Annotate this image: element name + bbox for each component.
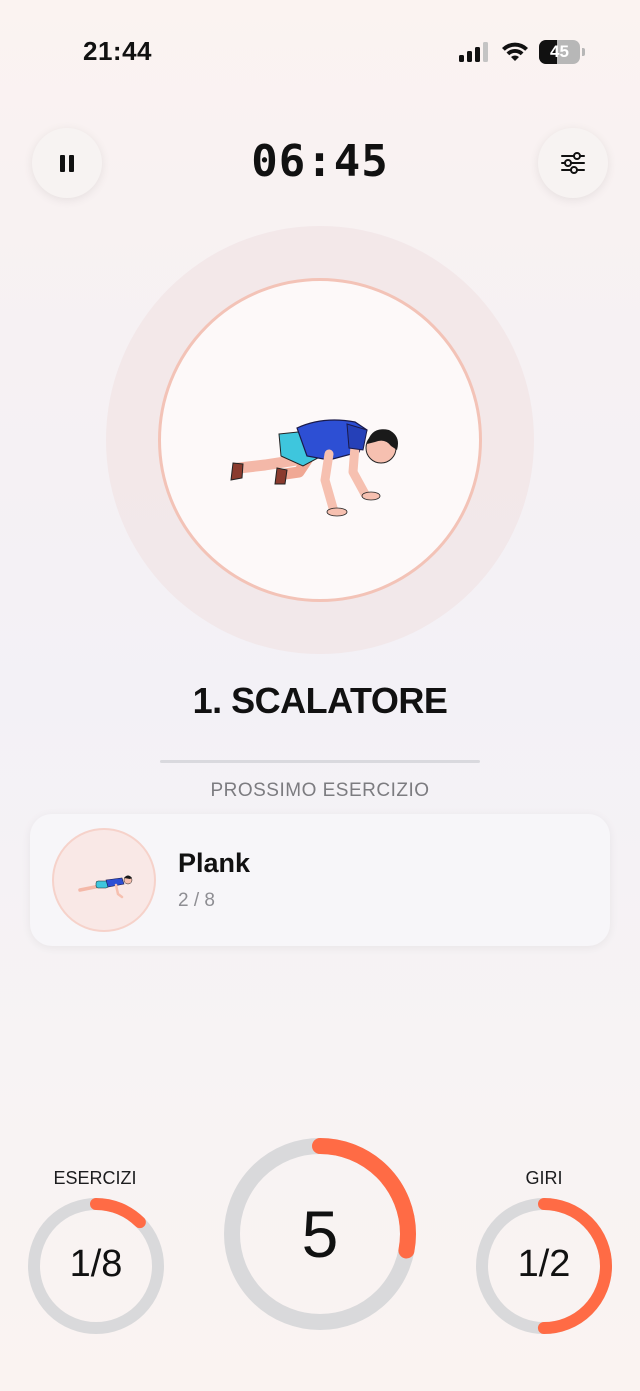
next-exercise-card[interactable]: Plank 2 / 8 (30, 814, 610, 946)
section-divider (160, 760, 480, 763)
battery-body: 45 (539, 40, 580, 64)
wifi-icon (502, 42, 528, 61)
current-exercise-title: 1. SCALATORE (192, 680, 448, 721)
status-bar: 21:44 45 (0, 0, 640, 100)
mountain-climber-illustration (230, 419, 398, 517)
battery-level: 45 (550, 42, 569, 61)
next-exercise-thumbnail (52, 828, 156, 932)
battery-indicator: 45 (539, 40, 585, 64)
exercises-ring-label: ESERCIZI (53, 1168, 137, 1188)
rounds-ring-label: GIRI (525, 1168, 563, 1188)
exercises-ring-value: 1/8 (69, 1243, 123, 1285)
countdown-value: 5 (301, 1197, 339, 1271)
next-exercise-position: 2 / 8 (178, 890, 215, 911)
next-exercise-label: PROSSIMO ESERCIZIO (210, 780, 430, 801)
settings-button[interactable] (538, 128, 608, 198)
sliders-icon (561, 152, 585, 174)
next-exercise-name: Plank (178, 848, 251, 878)
status-time: 21:44 (83, 36, 152, 66)
rounds-ring-value: 1/2 (517, 1243, 571, 1285)
plank-illustration (78, 875, 133, 899)
battery-cap (582, 48, 585, 56)
cellular-signal-icon (459, 42, 488, 62)
